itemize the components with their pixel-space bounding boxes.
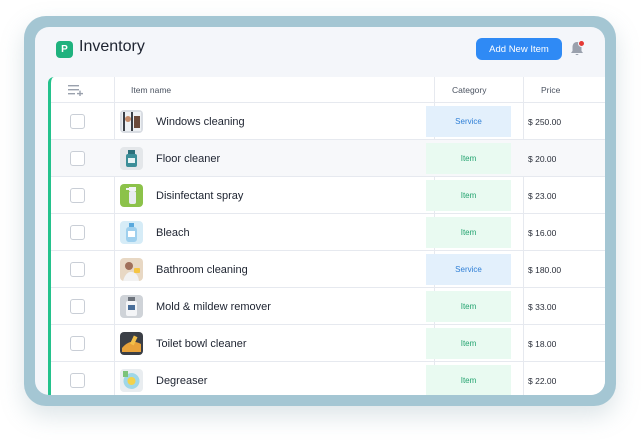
degreaser-thumbnail <box>120 369 143 392</box>
column-header-category[interactable]: Category <box>452 77 487 103</box>
window-cleaning-thumbnail <box>120 110 143 133</box>
category-badge: Item <box>426 143 511 174</box>
table-row[interactable]: Bathroom cleaning Service $ 180.00 <box>51 251 605 288</box>
row-checkbox[interactable] <box>70 225 85 240</box>
row-checkbox[interactable] <box>70 151 85 166</box>
column-header-price[interactable]: Price <box>541 77 560 103</box>
bleach-bottle-thumbnail <box>120 221 143 244</box>
table-row[interactable]: Toilet bowl cleaner Item $ 18.00 <box>51 325 605 362</box>
table-header: Item name Category Price <box>51 77 605 103</box>
item-price: $ 16.00 <box>528 227 557 238</box>
item-name: Floor cleaner <box>156 152 221 165</box>
table-row[interactable]: Bleach Item $ 16.00 <box>51 214 605 251</box>
item-name: Bleach <box>156 226 190 239</box>
table-row[interactable]: Disinfectant spray Item $ 23.00 <box>51 177 605 214</box>
mold-remover-thumbnail <box>120 295 143 318</box>
category-badge: Item <box>426 217 511 248</box>
item-price: $ 20.00 <box>528 153 557 164</box>
table-row[interactable]: Windows cleaning Service $ 250.00 <box>51 103 605 140</box>
table-row[interactable]: Mold & mildew remover Item $ 33.00 <box>51 288 605 325</box>
logo-icon: P <box>56 41 73 58</box>
inventory-card: P Inventory Add New Item Item name Categ… <box>35 27 605 395</box>
item-name: Disinfectant spray <box>156 189 244 202</box>
category-badge: Item <box>426 328 511 359</box>
item-name: Windows cleaning <box>156 115 245 128</box>
category-badge: Item <box>426 180 511 211</box>
category-badge: Service <box>426 254 511 285</box>
item-name: Toilet bowl cleaner <box>156 337 247 350</box>
bell-icon[interactable] <box>569 40 585 58</box>
category-badge: Service <box>426 106 511 137</box>
item-price: $ 250.00 <box>528 116 562 127</box>
category-badge: Item <box>426 365 511 395</box>
column-sort-icon[interactable] <box>68 85 84 96</box>
app-frame: P Inventory Add New Item Item name Categ… <box>24 16 616 406</box>
item-name: Degreaser <box>156 374 208 387</box>
bathroom-cleaning-thumbnail <box>120 258 143 281</box>
item-price: $ 23.00 <box>528 190 557 201</box>
item-price: $ 180.00 <box>528 264 562 275</box>
column-header-name[interactable]: Item name <box>131 77 171 103</box>
page-title: Inventory <box>79 38 145 55</box>
row-checkbox[interactable] <box>70 299 85 314</box>
row-checkbox[interactable] <box>70 262 85 277</box>
row-checkbox[interactable] <box>70 336 85 351</box>
notification-dot <box>578 40 585 47</box>
row-checkbox[interactable] <box>70 373 85 388</box>
spray-bottle-thumbnail <box>120 184 143 207</box>
category-badge: Item <box>426 291 511 322</box>
item-price: $ 22.00 <box>528 375 557 386</box>
item-name: Bathroom cleaning <box>156 263 248 276</box>
item-name: Mold & mildew remover <box>156 300 271 313</box>
table-row[interactable]: Floor cleaner Item $ 20.00 <box>51 140 605 177</box>
add-new-item-button[interactable]: Add New Item <box>476 38 562 60</box>
row-checkbox[interactable] <box>70 188 85 203</box>
item-price: $ 18.00 <box>528 338 557 349</box>
row-checkbox[interactable] <box>70 114 85 129</box>
floor-cleaner-thumbnail <box>120 147 143 170</box>
toilet-cleaner-thumbnail <box>120 332 143 355</box>
item-price: $ 33.00 <box>528 301 557 312</box>
inventory-table: Item name Category Price Windows cleanin… <box>48 77 605 395</box>
table-row[interactable]: Degreaser Item $ 22.00 <box>51 362 605 395</box>
